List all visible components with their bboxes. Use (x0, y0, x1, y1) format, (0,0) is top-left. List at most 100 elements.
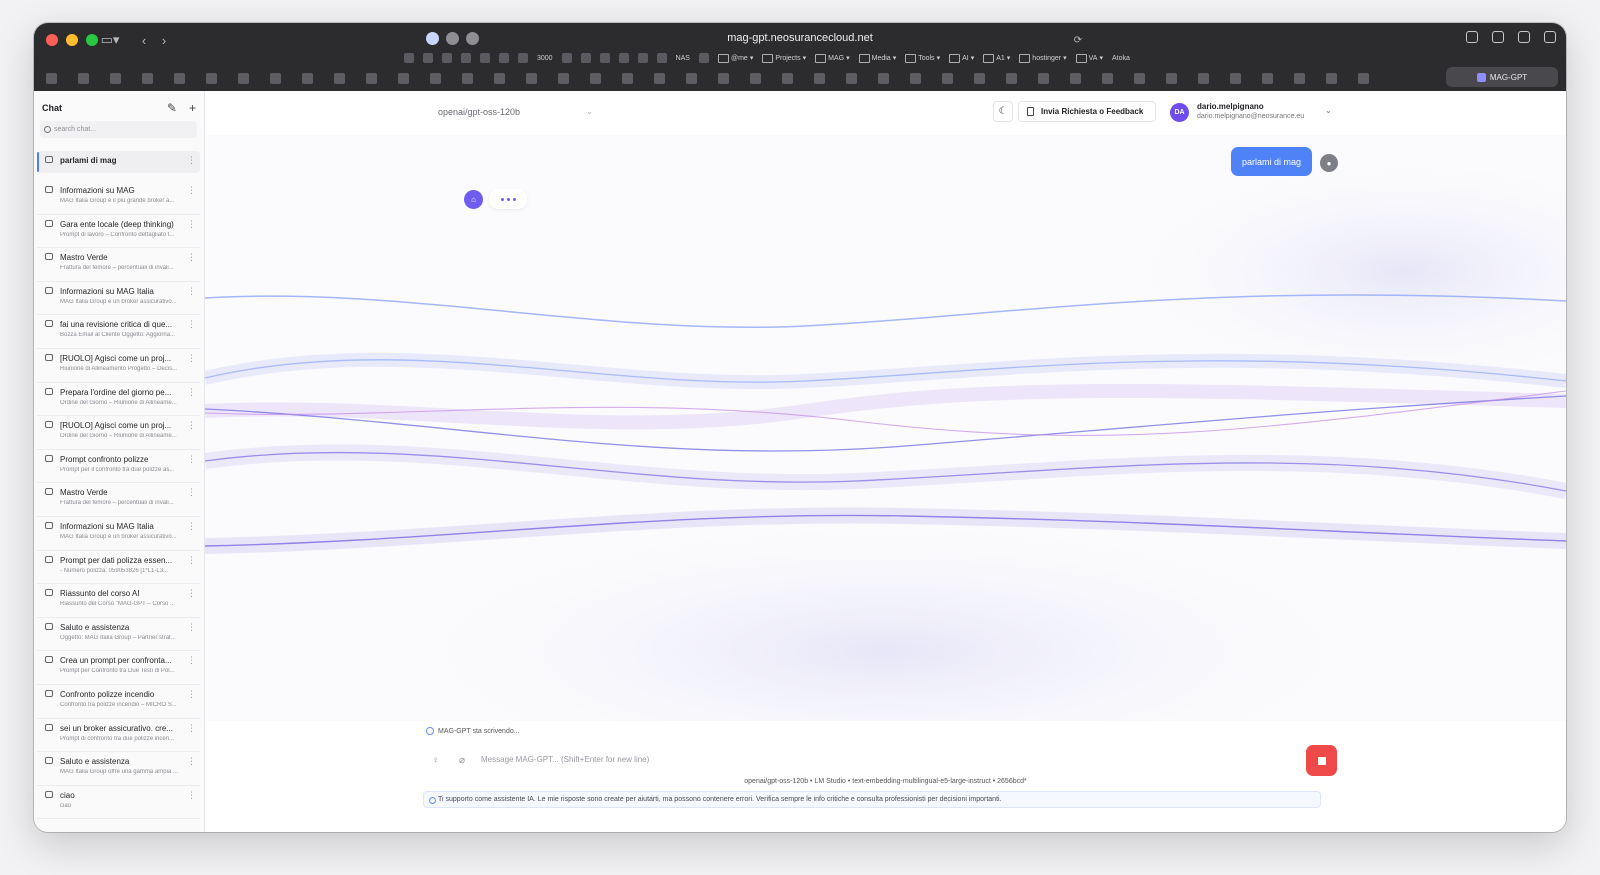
more-options-icon[interactable]: ⋮ (187, 454, 196, 465)
tab-favicon-icon[interactable] (590, 72, 601, 84)
bookmark-item[interactable]: 3000 (537, 55, 553, 62)
tab-favicon-icon[interactable] (654, 72, 665, 84)
chat-list-item[interactable]: Prompt per dati polizza essen... - Numero… (37, 551, 200, 585)
chat-list-item[interactable]: Informazioni su MAG Italia MAG Italia Gro… (37, 517, 200, 551)
tab-favicon-icon[interactable] (1230, 72, 1241, 84)
tab-favicon-icon[interactable] (462, 72, 473, 84)
chat-list-item[interactable]: Mastro Verde Frattura del femore – percen… (37, 483, 200, 517)
tab-favicon-icon[interactable] (526, 72, 537, 84)
tab-favicon-icon[interactable] (1326, 72, 1337, 84)
bookmark-icon[interactable] (637, 53, 648, 63)
tab-favicon-icon[interactable] (814, 72, 825, 84)
tab-overview-icon[interactable] (1544, 31, 1556, 43)
download-icon[interactable] (1466, 31, 1478, 43)
tab-favicon-icon[interactable] (1166, 72, 1177, 84)
chat-list-item[interactable]: Saluto e assistenza Oggetto: MAG Italia G… (37, 618, 200, 652)
bookmark-icon[interactable] (656, 53, 667, 63)
more-options-icon[interactable]: ⋮ (187, 790, 196, 801)
new-tab-icon[interactable] (1518, 31, 1530, 43)
bookmark-icon[interactable] (580, 53, 591, 63)
message-input[interactable] (481, 745, 1301, 773)
chat-list-item[interactable]: Informazioni su MAG Italia MAG Italia Gro… (37, 282, 200, 316)
tab-favicon-icon[interactable] (334, 72, 345, 84)
tab-mag-gpt[interactable]: MAG-GPT (1446, 67, 1558, 87)
lightbulb-icon[interactable]: ♀ (432, 755, 440, 766)
tab-favicon-icon[interactable] (1134, 72, 1145, 84)
more-options-icon[interactable]: ⋮ (187, 655, 196, 666)
tab-favicon-icon[interactable] (1198, 72, 1209, 84)
bookmark-icon[interactable] (461, 53, 471, 63)
search-chat-input[interactable]: search chat... (40, 121, 197, 138)
more-options-icon[interactable]: ⋮ (187, 155, 196, 166)
tab-favicon-icon[interactable] (910, 72, 921, 84)
chat-list-item[interactable]: [RUOLO] Agisci come un proj... Ordine del… (37, 416, 200, 450)
bookmark-icon[interactable] (618, 53, 629, 63)
more-options-icon[interactable]: ⋮ (187, 521, 196, 532)
tab-favicon-icon[interactable] (366, 72, 377, 84)
tab-favicon-icon[interactable] (174, 72, 185, 84)
tab-favicon-icon[interactable] (398, 72, 409, 84)
chat-list-item[interactable]: Prompt confronto polizze Prompt per il co… (37, 450, 200, 484)
tab-favicon-icon[interactable] (1102, 72, 1113, 84)
chat-list-item[interactable]: ciao ciao ⋮ (37, 786, 200, 820)
tab-favicon-icon[interactable] (686, 72, 697, 84)
bookmark-folder[interactable]: A1 ▾ (983, 54, 1010, 63)
more-options-icon[interactable]: ⋮ (187, 319, 196, 330)
more-options-icon[interactable]: ⋮ (187, 756, 196, 767)
more-options-icon[interactable]: ⋮ (187, 185, 196, 196)
more-options-icon[interactable]: ⋮ (187, 723, 196, 734)
translate-reload-icon[interactable]: ⟳ (1064, 30, 1092, 50)
share-icon[interactable] (1492, 31, 1504, 43)
chat-list-item[interactable]: Informazioni su MAG MAG Italia Group è il… (37, 181, 200, 215)
bookmark-folder[interactable]: AI ▾ (949, 54, 974, 63)
tab-favicon-icon[interactable] (558, 72, 569, 84)
tab-favicon-icon[interactable] (846, 72, 857, 84)
more-options-icon[interactable]: ⋮ (187, 252, 196, 263)
chat-list-item[interactable]: Gara ente locale (deep thinking) Prompt d… (37, 215, 200, 249)
more-options-icon[interactable]: ⋮ (187, 487, 196, 498)
tab-favicon-icon[interactable] (750, 72, 761, 84)
tab-favicon-icon[interactable] (1262, 72, 1273, 84)
more-options-icon[interactable]: ⋮ (187, 286, 196, 297)
chat-list-item[interactable]: Mastro Verde Frattura del femore – percen… (37, 248, 200, 282)
chat-list-item[interactable]: Prepara l'ordine del giorno pe... Ordine … (37, 383, 200, 417)
more-options-icon[interactable]: ⋮ (187, 387, 196, 398)
more-options-icon[interactable]: ⋮ (187, 353, 196, 364)
tab-favicon-icon[interactable] (1294, 72, 1305, 84)
tab-favicon-icon[interactable] (430, 72, 441, 84)
bookmark-folder[interactable]: MAG ▾ (815, 54, 849, 63)
tab-favicon-icon[interactable] (142, 72, 153, 84)
user-menu[interactable]: DA dario.melpignano dario.melpignano@neo… (1170, 100, 1340, 124)
tab-favicon-icon[interactable] (782, 72, 793, 84)
edit-chat-icon[interactable]: ✎ (167, 101, 177, 115)
tab-favicon-icon[interactable] (878, 72, 889, 84)
bookmark-item[interactable]: NAS (676, 55, 690, 62)
tab-favicon-icon[interactable] (1038, 72, 1049, 84)
chat-list-item[interactable]: parlami di mag ⋮ (37, 151, 200, 173)
bookmark-folder[interactable]: Media ▾ (859, 54, 897, 63)
address-bar[interactable]: mag-gpt.neosurancecloud.net (34, 32, 1566, 44)
chat-list-item[interactable]: Saluto e assistenza MAG Italia Group offr… (37, 752, 200, 786)
bookmark-item[interactable]: Atoka (1112, 55, 1130, 62)
tab-favicon-icon[interactable] (302, 72, 313, 84)
tab-favicon-icon[interactable] (1006, 72, 1017, 84)
more-options-icon[interactable]: ⋮ (187, 622, 196, 633)
bookmark-icon[interactable] (480, 53, 490, 63)
bookmark-icon[interactable] (404, 53, 414, 63)
bookmark-folder[interactable]: VA ▾ (1076, 54, 1103, 63)
more-options-icon[interactable]: ⋮ (187, 588, 196, 599)
tab-favicon-icon[interactable] (942, 72, 953, 84)
tab-favicon-icon[interactable] (270, 72, 281, 84)
chat-list-item[interactable]: sei un broker assicurativo. cre... Prompt… (37, 719, 200, 753)
bookmark-icon[interactable] (561, 53, 572, 63)
bookmark-folder[interactable]: Tools ▾ (905, 54, 940, 63)
chat-list-item[interactable]: [RUOLO] Agisci come un proj... Riunione d… (37, 349, 200, 383)
bookmark-icon[interactable] (499, 53, 509, 63)
bookmark-folder[interactable]: @me ▾ (718, 54, 753, 63)
more-options-icon[interactable]: ⋮ (187, 219, 196, 230)
tab-favicon-icon[interactable] (622, 72, 633, 84)
new-chat-icon[interactable]: + (189, 101, 196, 115)
tab-favicon-icon[interactable] (238, 72, 249, 84)
more-options-icon[interactable]: ⋮ (187, 689, 196, 700)
tab-favicon-icon[interactable] (974, 72, 985, 84)
